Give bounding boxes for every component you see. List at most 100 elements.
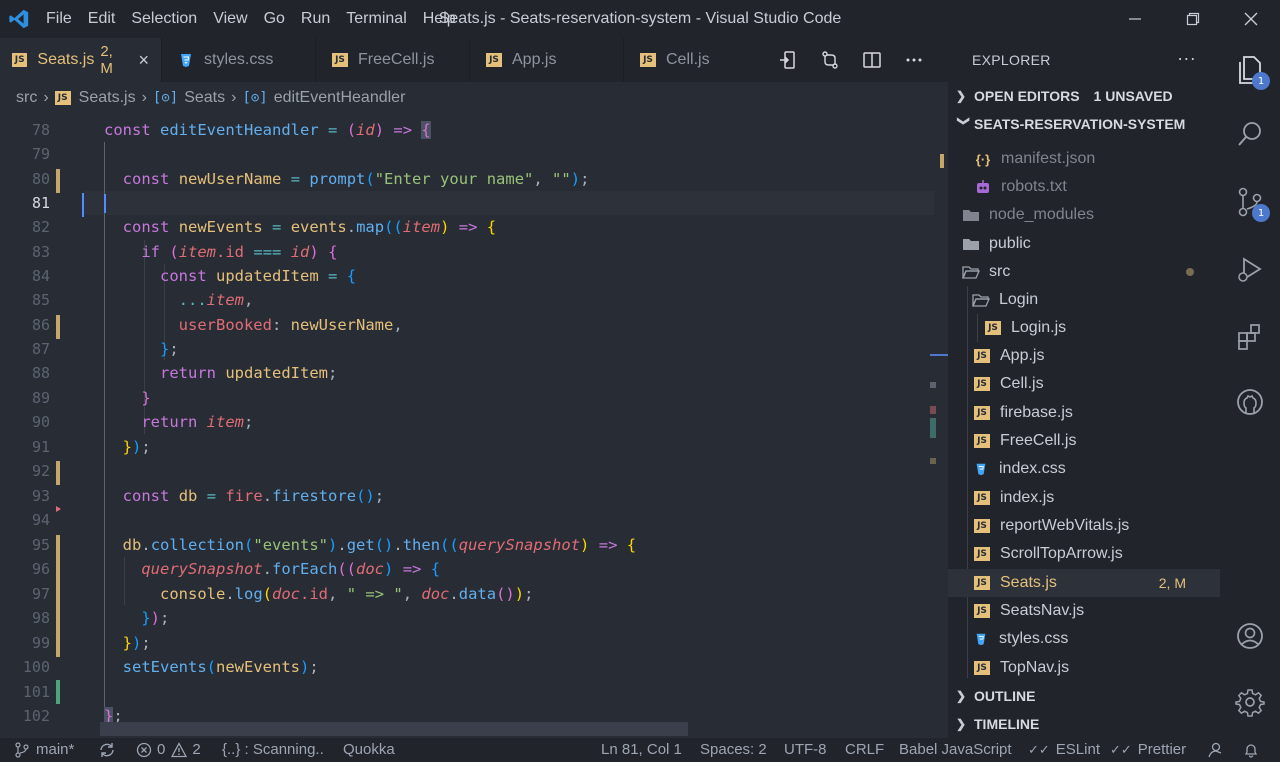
breadcrumb-folder[interactable]: src [16,89,37,107]
git-deleted-marker[interactable] [56,506,61,512]
horizontal-scrollbar[interactable] [100,722,688,736]
code-line: const newEvents = events.map((item) => { [122,218,497,236]
tree-item-styles-css[interactable]: styles.css [948,625,1220,653]
tab-app-js[interactable]: JS App.js [470,38,624,82]
line-number: 85 [31,291,50,309]
tree-item-seatsnav-js[interactable]: JS SeatsNav.js [948,597,1220,625]
search-icon[interactable] [1220,106,1280,162]
menu-view[interactable]: View [205,0,255,38]
minimap[interactable] [928,114,948,738]
prettier-status[interactable]: ✓✓ Prettier [1110,738,1186,762]
timeline-section[interactable]: ❯ TIMELINE [948,710,1220,738]
breadcrumb-symbol[interactable]: editEventHeandler [274,89,406,107]
breadcrumb-symbol[interactable]: Seats [184,89,225,107]
menu-terminal[interactable]: Terminal [338,0,414,38]
git-modified-marker[interactable] [56,461,60,485]
encoding[interactable]: UTF-8 [784,738,827,762]
open-editors-section[interactable]: ❯ OPEN EDITORS 1 UNSAVED [948,82,1220,110]
tree-item-cell-js[interactable]: JS Cell.js [948,370,1220,398]
line-number: 84 [31,267,50,285]
tree-item-firebase-js[interactable]: JS firebase.js [948,399,1220,427]
tab-freecell-js[interactable]: JS FreeCell.js [316,38,470,82]
problems-indicator[interactable]: 0 2 [136,738,201,762]
explorer-icon[interactable]: 1 [1220,42,1280,98]
github-icon[interactable] [1220,374,1280,430]
tree-item-index-js[interactable]: JS index.js [948,484,1220,512]
scanning-status[interactable]: {..} : Scanning.. [222,738,324,762]
extensions-icon[interactable] [1220,308,1280,364]
git-modified-marker[interactable] [56,535,60,657]
breadcrumb-file[interactable]: Seats.js [79,89,136,107]
tree-item-reportwebvitals-js[interactable]: JS reportWebVitals.js [948,512,1220,540]
menu-go[interactable]: Go [256,0,293,38]
tree-item-login-js[interactable]: JS Login.js [948,314,1220,342]
language-mode[interactable]: Babel JavaScript [899,738,1012,762]
line-number: 96 [31,560,50,578]
restore-button[interactable] [1164,0,1222,38]
js-file-icon: JS [332,53,348,67]
js-file-icon: JS [640,53,656,67]
branch-indicator[interactable]: main* [14,738,74,762]
compare-changes-icon[interactable] [812,42,848,78]
tab-styles-css[interactable]: styles.css [162,38,316,82]
css-icon [972,631,990,647]
symbol-variable-icon: [⊙] [242,90,268,106]
indentation[interactable]: Spaces: 2 [700,738,767,762]
tree-item-login-folder[interactable]: Login [948,286,1220,314]
settings-gear-icon[interactable] [1220,674,1280,730]
git-added-marker[interactable] [56,680,60,704]
git-modified-marker[interactable] [56,315,60,339]
eslint-status[interactable]: ✓✓ ESLint [1028,738,1100,762]
feedback-icon[interactable] [1206,738,1224,762]
cursor-position[interactable]: Ln 81, Col 1 [601,738,682,762]
tree-item-scrolltoparrow-js[interactable]: JS ScrollTopArrow.js [948,540,1220,568]
tree-item-robots-txt[interactable]: robots.txt [948,173,1220,201]
split-editor-icon[interactable] [854,42,890,78]
js-file-icon: JS [54,91,71,105]
tree-item-src[interactable]: src [948,258,1220,286]
open-changes-icon[interactable] [770,42,806,78]
notifications-bell-icon[interactable] [1243,738,1259,762]
menu-run[interactable]: Run [293,0,338,38]
file-status: 2, M [1158,575,1186,591]
tab-cell-js[interactable]: JS Cell.js [624,38,764,82]
menu-edit[interactable]: Edit [80,0,124,38]
tree-item-node-modules[interactable]: node_modules [948,201,1220,229]
source-control-icon[interactable]: 1 [1220,174,1280,230]
chevron-right-icon: › [231,89,237,106]
end-of-line[interactable]: CRLF [845,738,884,762]
chevron-right-icon: ❯ [956,689,967,703]
double-check-icon: ✓✓ [1110,742,1132,757]
minimize-button[interactable] [1106,0,1164,38]
project-section[interactable]: ❯ SEATS-RESERVATION-SYSTEM [948,110,1220,138]
menu-help[interactable]: Help [415,0,464,38]
menu-selection[interactable]: Selection [123,0,205,38]
tree-item-index-css[interactable]: index.css [948,455,1220,483]
quokka-status[interactable]: Quokka [343,738,395,762]
more-actions-icon[interactable] [896,42,932,78]
tree-item-public[interactable]: public [948,230,1220,258]
run-debug-icon[interactable] [1220,242,1280,298]
vscode-logo-icon [0,0,38,38]
outline-section[interactable]: ❯ OUTLINE [948,682,1220,710]
code-area[interactable]: const editEventHeandler = (id) => { cons… [84,114,934,738]
git-modified-marker[interactable] [56,169,60,193]
tab-label: Seats.js [37,51,95,68]
menu-file[interactable]: File [38,0,80,38]
code-line: }); [141,609,170,627]
line-number: 87 [31,340,50,358]
modified-dot-icon [1186,268,1194,276]
tree-item-app-js[interactable]: JS App.js [948,342,1220,370]
code-line: if (item.id === id) { [141,243,338,261]
tree-item-manifest-json[interactable]: {·} manifest.json [948,145,1220,173]
tree-item-topnav-js[interactable]: JS TopNav.js [948,654,1220,682]
tree-item-freecell-js[interactable]: JS FreeCell.js [948,427,1220,455]
tree-item-seats-js[interactable]: JS Seats.js 2, M [948,569,1220,597]
sync-icon[interactable] [98,738,116,762]
code-editor[interactable]: 78 79 80 81 82 83 84 85 86 87 88 89 90 9… [0,114,948,738]
more-actions-icon[interactable]: ··· [1177,48,1196,69]
close-window-button[interactable] [1222,0,1280,38]
close-tab-icon[interactable]: × [138,50,149,71]
tab-seats-js[interactable]: JS Seats.js 2, M × [0,38,162,82]
accounts-icon[interactable] [1220,608,1280,664]
